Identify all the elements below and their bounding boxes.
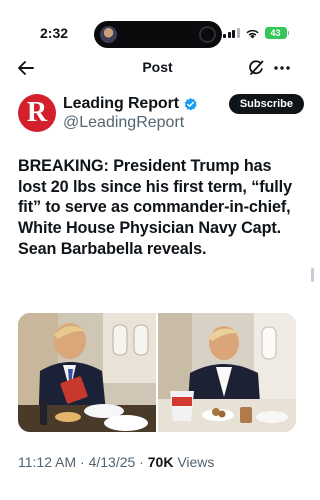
author-handle[interactable]: @LeadingReport <box>63 114 184 132</box>
status-bar: 2:32 43 <box>0 0 315 48</box>
avatar[interactable]: R <box>18 94 56 132</box>
live-activity-ring-icon <box>199 26 216 43</box>
dynamic-island[interactable] <box>94 21 222 48</box>
post-date: 4/13/25 <box>88 454 136 470</box>
meta-separator: · <box>76 454 89 470</box>
author-display-name[interactable]: Leading Report <box>63 95 179 113</box>
verified-badge-icon[interactable] <box>183 97 198 112</box>
post-time: 11:12 AM <box>18 454 77 470</box>
views-count[interactable]: 70K <box>148 454 174 470</box>
status-indicators: 43 <box>223 27 289 39</box>
nav-bar: Post <box>0 52 315 84</box>
author-name-row: Leading Report <box>63 94 198 114</box>
tweet-text: BREAKING: President Trump has lost 20 lb… <box>18 157 292 258</box>
page-title: Post <box>142 59 173 75</box>
live-activity-avatar <box>100 26 117 43</box>
tweet-meta: 11:12 AM · 4/13/25 · 70K Views <box>18 454 214 470</box>
wifi-icon <box>245 29 259 38</box>
subscribe-button[interactable]: Subscribe <box>228 94 304 114</box>
battery-level: 43 <box>264 27 287 39</box>
status-time: 2:32 <box>40 25 69 41</box>
meta-separator: · <box>135 454 148 470</box>
media-grid <box>18 313 296 432</box>
views-label[interactable]: Views <box>173 454 214 470</box>
scroll-indicator[interactable] <box>311 268 314 282</box>
avatar-logo-letter: R <box>26 97 48 128</box>
more-icon[interactable] <box>272 58 292 78</box>
author-row: R Leading Report @LeadingReport Subscrib… <box>18 94 304 136</box>
photo-left-airplane-meal[interactable] <box>18 313 156 432</box>
cellular-signal-icon <box>223 28 240 38</box>
photo-right-airplane-meal[interactable] <box>158 313 296 432</box>
battery-icon: 43 <box>264 27 289 39</box>
grok-icon[interactable] <box>246 58 266 78</box>
